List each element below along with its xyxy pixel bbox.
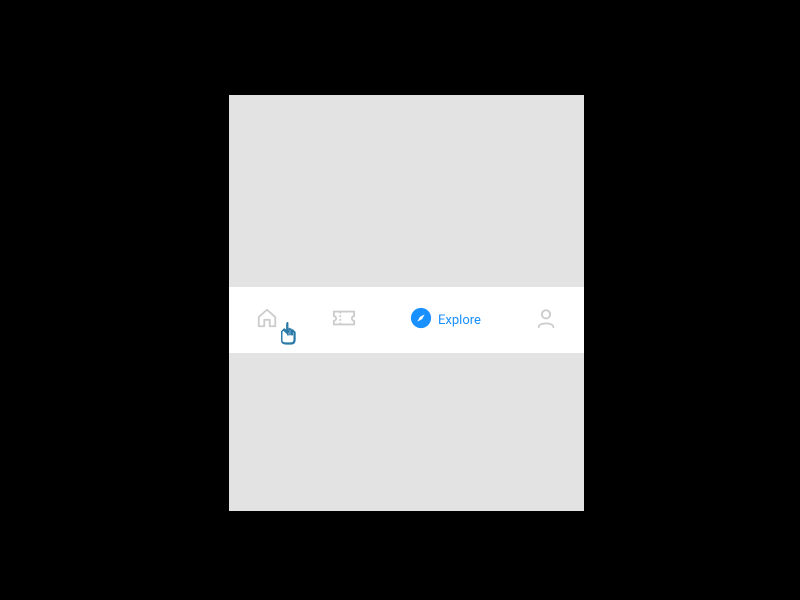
tab-home[interactable]	[256, 307, 278, 333]
bottom-tab-bar: Explore	[229, 287, 584, 353]
tab-profile[interactable]	[535, 307, 557, 333]
home-icon	[256, 307, 278, 333]
app-frame: Explore	[229, 95, 584, 511]
compass-icon	[410, 307, 432, 333]
tab-explore[interactable]: Explore	[410, 307, 481, 333]
ticket-icon	[332, 307, 356, 333]
user-icon	[535, 307, 557, 333]
tab-explore-label: Explore	[438, 313, 481, 328]
tab-tickets[interactable]	[332, 307, 356, 333]
